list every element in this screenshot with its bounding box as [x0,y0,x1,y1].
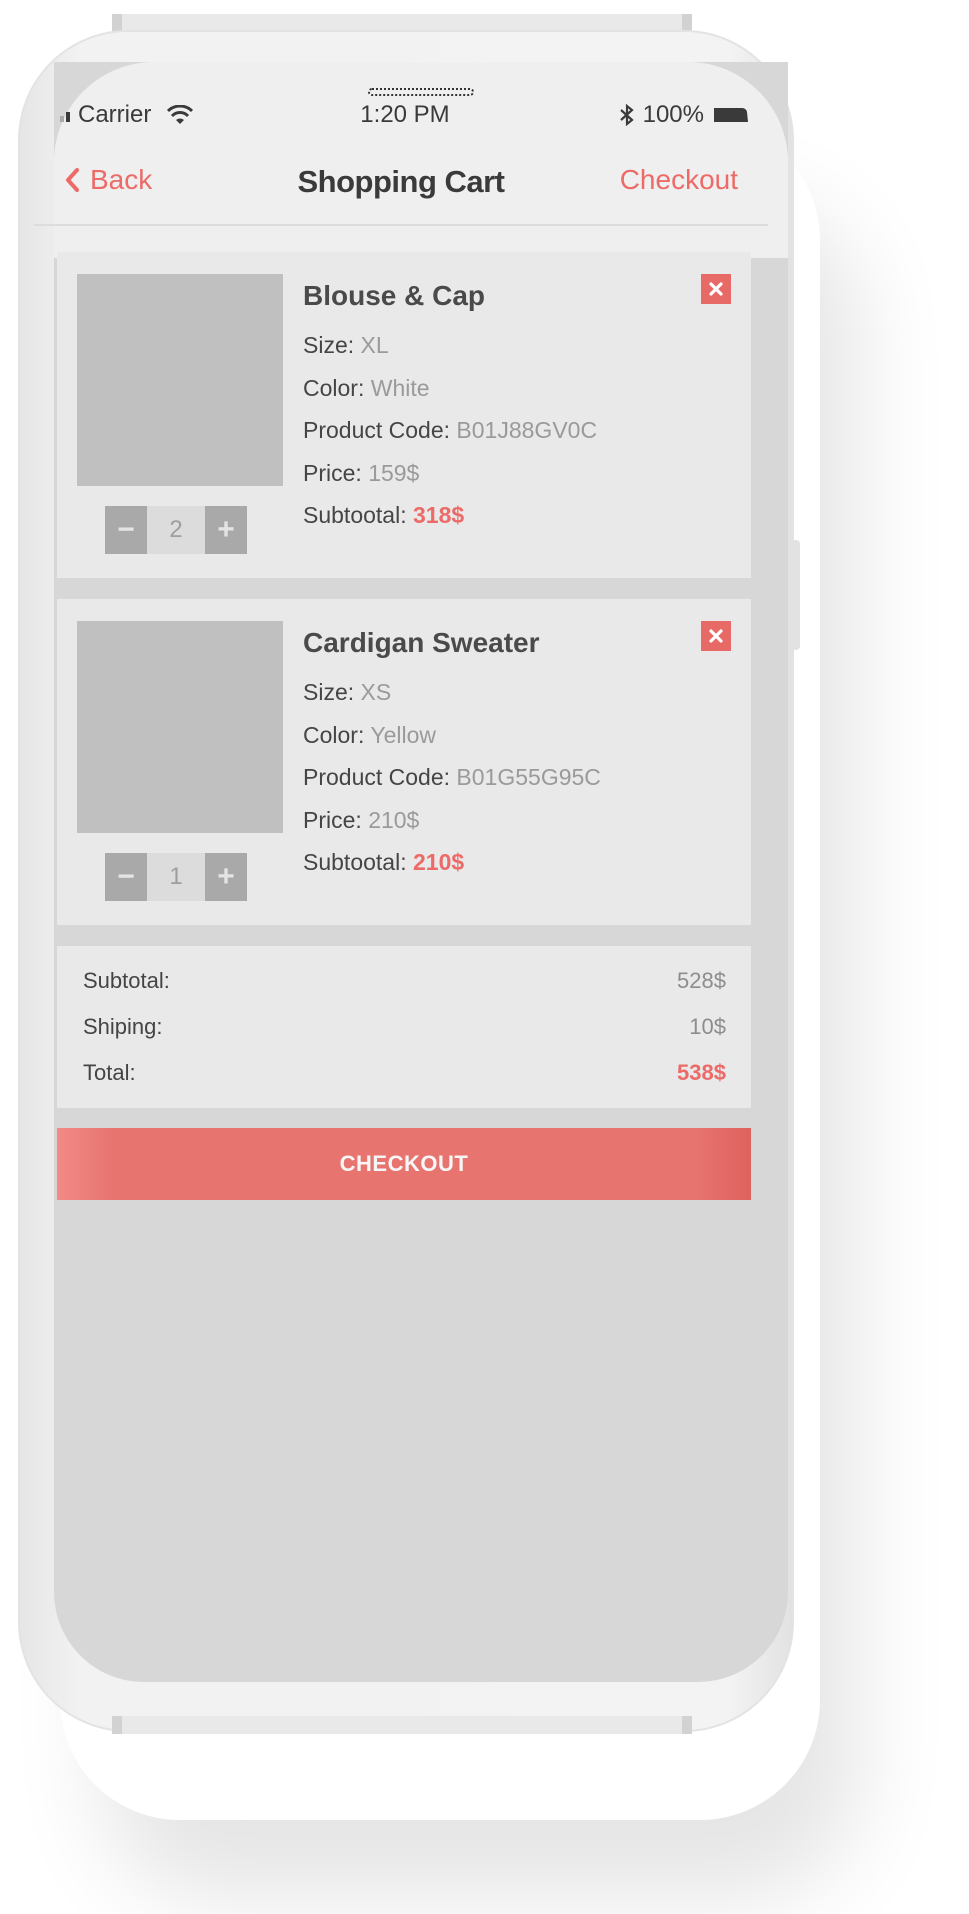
speaker-grille [368,88,474,96]
summary-subtotal-label: Subtotal: [83,968,170,993]
summary-shipping-row: Shiping: 10$ [83,1014,726,1060]
bluetooth-icon [619,103,634,127]
quantity-value[interactable]: 1 [147,853,205,901]
order-summary: Subtotal: 528$ Shiping: 10$ Total: 538$ [57,946,751,1108]
product-price: Price: 210$ [303,805,601,848]
product-info: Blouse & Cap Size: XL Color: White Produ… [303,280,597,543]
quantity-value[interactable]: 2 [147,506,205,554]
remove-item-button[interactable] [701,274,731,304]
remove-item-button[interactable] [701,621,731,651]
product-code: Product Code: B01J88GV0C [303,415,597,458]
increment-button[interactable]: + [205,853,247,901]
price-label: Price: [303,459,362,486]
subtotal-label: Subtootal: [303,849,407,875]
color-label: Color: [303,374,365,401]
carrier-label: Carrier [78,101,152,128]
code-value: B01G55G95C [456,764,601,790]
product-info: Cardigan Sweater Size: XS Color: Yellow … [303,627,601,890]
product-price: Price: 159$ [303,458,597,501]
subtotal-label: Subtootal: [303,502,407,528]
product-subtotal: Subtootal: 210$ [303,847,601,890]
product-size: Size: XL [303,330,597,373]
summary-subtotal-value: 528$ [677,968,726,993]
summary-shipping-label: Shiping: [83,1014,163,1039]
cart-item: − 2 + Blouse & Cap Size: XL Color: White… [57,252,751,578]
code-value: B01J88GV0C [456,417,598,443]
battery-percent: 100% [642,101,704,128]
color-value: Yellow [370,721,436,748]
signal-icon [60,108,70,122]
size-label: Size: [303,679,355,705]
code-label: Product Code: [303,417,451,443]
side-button [792,540,800,650]
phone-bottom-edge [112,1716,692,1734]
product-color: Color: Yellow [303,720,601,763]
subtotal-value: 318$ [412,502,465,528]
summary-subtotal-row: Subtotal: 528$ [83,968,726,1014]
cart-item: − 1 + Cardigan Sweater Size: XS Color: Y… [57,599,751,925]
product-image [77,621,283,833]
product-color: Color: White [303,373,597,416]
price-label: Price: [303,806,362,833]
product-name: Cardigan Sweater [303,627,540,658]
wifi-icon [167,105,194,124]
code-label: Product Code: [303,764,451,790]
summary-total-row: Total: 538$ [83,1060,726,1106]
increment-button[interactable]: + [205,506,247,554]
battery-icon [714,108,748,122]
close-icon [709,629,723,643]
product-size: Size: XS [303,677,601,720]
subtotal-value: 210$ [412,849,465,875]
color-label: Color: [303,721,365,748]
status-bar: Carrier 1:20 PM 100% [60,98,750,132]
status-left: Carrier [60,101,194,129]
nav-bar: Back Shopping Cart Checkout [34,150,768,226]
size-value: XL [360,332,389,358]
nav-checkout-button[interactable]: Checkout [620,164,738,196]
product-code: Product Code: B01G55G95C [303,762,601,805]
product-subtotal: Subtootal: 318$ [303,500,597,543]
color-value: White [370,374,430,401]
decrement-button[interactable]: − [105,506,147,554]
quantity-stepper: − 1 + [105,853,247,901]
quantity-stepper: − 2 + [105,506,247,554]
product-name: Blouse & Cap [303,280,486,311]
price-value: 210$ [368,806,420,833]
summary-shipping-value: 10$ [689,1014,726,1039]
summary-total-value: 538$ [677,1060,726,1085]
size-value: XS [360,679,392,705]
summary-total-label: Total: [83,1060,136,1085]
checkout-button[interactable]: CHECKOUT [57,1128,751,1200]
decrement-button[interactable]: − [105,853,147,901]
status-right: 100% [619,101,750,129]
size-label: Size: [303,332,355,358]
close-icon [709,282,723,296]
product-image [77,274,283,486]
price-value: 159$ [368,459,420,486]
